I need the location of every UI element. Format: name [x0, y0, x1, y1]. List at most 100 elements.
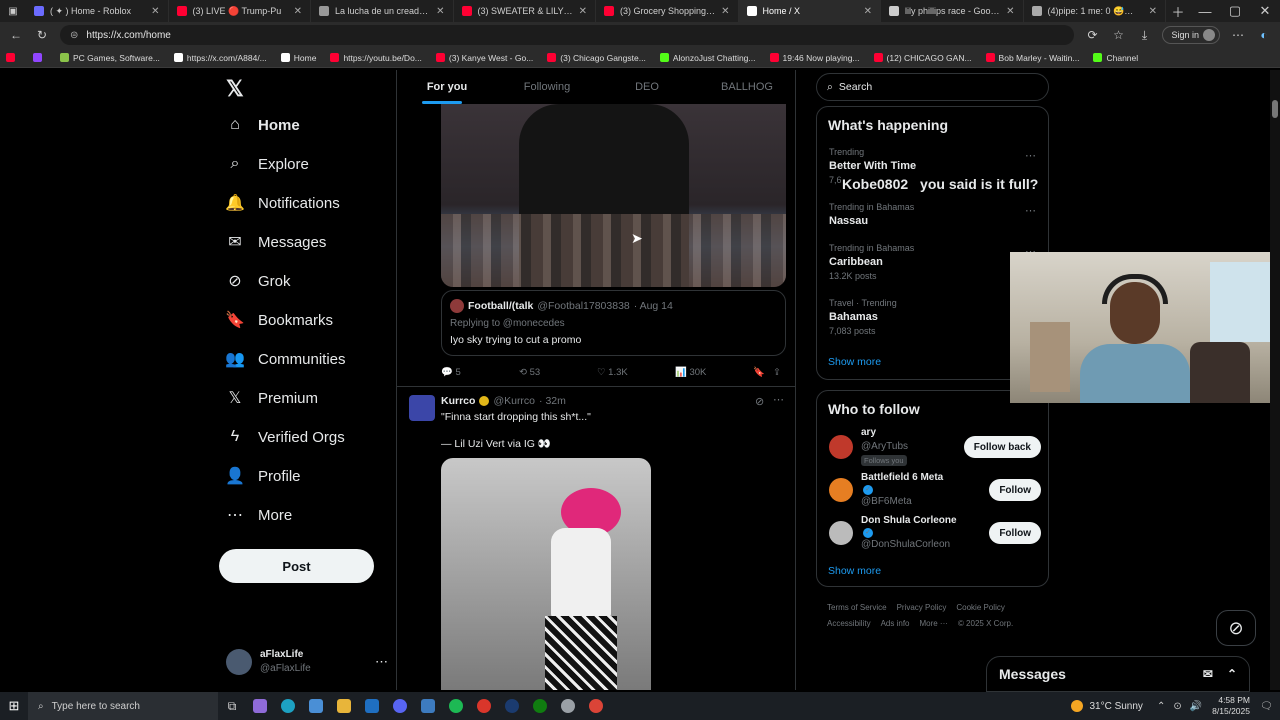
reply-button[interactable]: 💬 5: [441, 367, 519, 378]
show-more-link[interactable]: Show more: [828, 356, 881, 368]
bookmark-icon[interactable]: 🔖: [753, 367, 773, 378]
post-button[interactable]: Post: [219, 549, 374, 583]
views-button[interactable]: 📊 30K: [675, 367, 753, 378]
share-icon[interactable]: ⇪: [773, 367, 781, 378]
footer-link[interactable]: Cookie Policy: [956, 603, 1004, 612]
nav-item-premium[interactable]: 𝕏 Premium: [226, 389, 318, 408]
app2-icon[interactable]: [554, 692, 582, 720]
close-window-icon[interactable]: ✕: [1250, 3, 1280, 19]
maximize-icon[interactable]: ▢: [1220, 3, 1250, 19]
nav-item-communities[interactable]: 👥 Communities: [225, 350, 345, 369]
close-tab-icon[interactable]: ✕: [436, 6, 444, 17]
follow-button[interactable]: Follow back: [963, 436, 1041, 458]
search-box[interactable]: ⌕ Search: [816, 73, 1049, 101]
trend-item[interactable]: Travel · Trending Bahamas 7,083 posts: [829, 298, 897, 336]
messages-drawer[interactable]: Messages ✉ ⌃: [986, 656, 1250, 692]
start-icon[interactable]: ⊞: [0, 692, 28, 720]
follow-suggestion[interactable]: Battlefield 6 Meta ✓ @BF6Meta Follow: [829, 472, 1041, 508]
grok-post-icon[interactable]: ⊘: [755, 395, 764, 408]
bookmark-item[interactable]: Home: [280, 53, 316, 63]
browser-tab[interactable]: (4)pipe: 1 me: 0 😅😅😅 ✕: [1024, 0, 1166, 22]
copilot-taskbar-icon[interactable]: [246, 692, 274, 720]
bookmark-item[interactable]: [6, 53, 19, 62]
browser-tab[interactable]: (3) SWEATER & LILY DATE | ✕: [454, 0, 596, 22]
chevron-up-icon[interactable]: ⌃: [1157, 701, 1165, 712]
task-view-icon[interactable]: ⧉: [218, 692, 246, 720]
minimize-icon[interactable]: —: [1190, 4, 1220, 19]
close-tab-icon[interactable]: ✕: [721, 6, 729, 17]
expand-up-icon[interactable]: ⌃: [1227, 667, 1237, 681]
copilot-icon[interactable]: ◐: [1256, 28, 1272, 42]
site-info-icon[interactable]: ⊜: [70, 30, 78, 41]
bookmark-item[interactable]: (12) CHICAGO GAN...: [873, 53, 972, 63]
nav-item-home[interactable]: ⌂ Home: [226, 116, 300, 134]
tab-actions-icon[interactable]: ▣: [0, 0, 26, 22]
bookmark-item[interactable]: https://x.com/A884/...: [173, 53, 267, 63]
nav-item-verified-orgs[interactable]: ϟ Verified Orgs: [226, 428, 345, 446]
system-tray[interactable]: ⌃ ⊙ 🔊: [1157, 701, 1202, 712]
nav-item-notifications[interactable]: 🔔 Notifications: [225, 194, 340, 213]
trend-item[interactable]: Trending in Bahamas Nassau: [829, 202, 914, 230]
nav-item-profile[interactable]: 👤 Profile: [225, 467, 300, 486]
scroll-thumb[interactable]: [1272, 100, 1278, 118]
tab-ballhog[interactable]: BALLHOG: [697, 70, 795, 104]
quoted-post[interactable]: Football/(talk @Footbal17803838 · Aug 14…: [441, 290, 786, 356]
menu-dots-icon[interactable]: ⋯: [1230, 28, 1246, 42]
like-button[interactable]: ♡ 1.3K: [597, 367, 675, 378]
footer-link[interactable]: © 2025 X Corp.: [958, 619, 1013, 628]
bookmark-item[interactable]: (3) Chicago Gangste...: [547, 53, 646, 63]
nav-item-more[interactable]: ⋯ More: [226, 506, 292, 525]
x-logo-icon[interactable]: 𝕏: [226, 76, 244, 102]
follow-suggestion[interactable]: Don Shula Corleone ✓ @DonShulaCorleon Follo…: [829, 515, 1041, 551]
speaker-icon[interactable]: 🔊: [1190, 701, 1202, 712]
close-tab-icon[interactable]: ✕: [294, 6, 302, 17]
follow-button[interactable]: Follow: [989, 479, 1041, 501]
account-switcher[interactable]: aFlaxLife @aFlaxLife ⋯: [226, 646, 388, 678]
page-scrollbar[interactable]: [1270, 70, 1280, 690]
notifications-icon[interactable]: 🗨: [1260, 701, 1280, 712]
nav-item-messages[interactable]: ✉ Messages: [226, 233, 326, 252]
footer-link[interactable]: Privacy Policy: [897, 603, 947, 612]
footer-link[interactable]: Terms of Service: [827, 603, 887, 612]
footer-link[interactable]: Accessibility: [827, 619, 871, 628]
clock[interactable]: 4:58 PM 8/15/2025: [1212, 695, 1250, 717]
spotify-icon[interactable]: [442, 692, 470, 720]
new-message-icon[interactable]: ✉: [1203, 667, 1213, 681]
bookmark-item[interactable]: [33, 53, 46, 62]
bookmark-item[interactable]: 19:46 Now playing...: [769, 53, 860, 63]
repost-button[interactable]: ⟲ 53: [519, 367, 597, 378]
video-media[interactable]: ➤: [441, 104, 786, 287]
edge-icon[interactable]: [274, 692, 302, 720]
browser-tab[interactable]: lily phillips race - Google Se ✕: [881, 0, 1024, 22]
browser-tab[interactable]: Home / X ✕: [738, 0, 881, 22]
bookmark-item[interactable]: PC Games, Software...: [60, 53, 160, 63]
nav-item-grok[interactable]: ⊘ Grok: [226, 272, 290, 291]
back-icon[interactable]: ←: [8, 28, 24, 42]
xbox-icon[interactable]: [526, 692, 554, 720]
download-icon[interactable]: ⤓: [1136, 28, 1152, 43]
refresh-icon[interactable]: ↻: [34, 28, 50, 42]
file-explorer-icon[interactable]: [330, 692, 358, 720]
trend-item[interactable]: Trending in Bahamas Caribbean 13.2K posts: [829, 243, 914, 281]
grok-floating-button[interactable]: ⊘: [1216, 610, 1256, 646]
bookmark-item[interactable]: AlonzoJust Chatting...: [659, 53, 756, 63]
post-more-icon[interactable]: ⋯: [773, 393, 784, 406]
extensions-icon[interactable]: ⟳: [1084, 28, 1100, 42]
weather-widget[interactable]: 31°C Sunny: [1071, 700, 1143, 712]
address-bar[interactable]: ⊜ https://x.com/home: [60, 25, 1075, 45]
browser-tab[interactable]: ( ✦ ) Home - Roblox ✕: [26, 0, 169, 22]
footer-link[interactable]: Ads info: [881, 619, 910, 628]
post-image[interactable]: [441, 458, 651, 690]
tab-following[interactable]: Following: [497, 70, 597, 104]
steam-icon[interactable]: [498, 692, 526, 720]
close-tab-icon[interactable]: ✕: [1006, 6, 1014, 17]
outlook-icon[interactable]: [358, 692, 386, 720]
tab-for-you[interactable]: For you: [397, 70, 497, 104]
close-tab-icon[interactable]: ✕: [579, 6, 587, 17]
nav-item-explore[interactable]: ⌕ Explore: [226, 155, 309, 173]
new-tab-button[interactable]: ＋: [1166, 2, 1190, 21]
bookmark-item[interactable]: Bob Marley - Waitin...: [985, 53, 1079, 63]
game-icon[interactable]: [470, 692, 498, 720]
tab-deo[interactable]: DEO: [597, 70, 697, 104]
follow-button[interactable]: Follow: [989, 522, 1041, 544]
